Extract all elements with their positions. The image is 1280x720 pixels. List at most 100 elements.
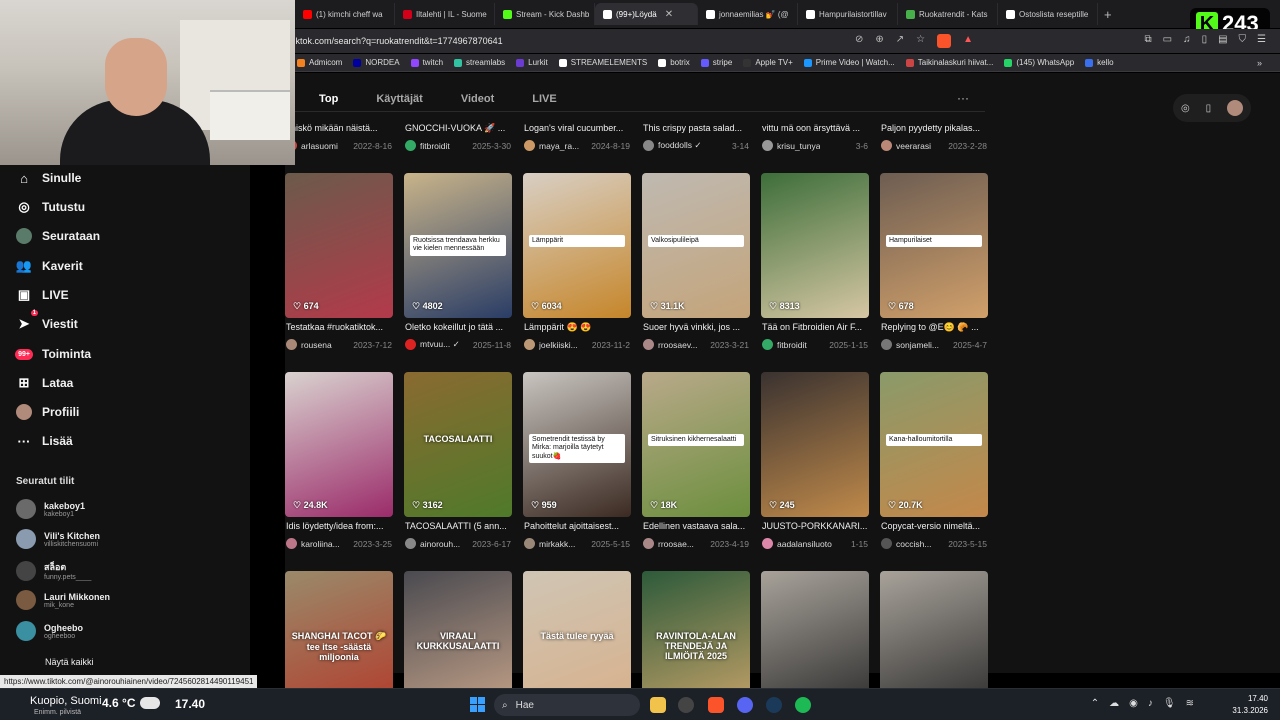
zoom-icon[interactable]: ⊕ xyxy=(875,34,883,48)
music-icon[interactable]: ♫ xyxy=(1183,34,1191,45)
video-caption[interactable]: TACOSALAATTI (5 ann... xyxy=(405,521,513,531)
author-name[interactable]: joelkiiski... xyxy=(539,340,578,350)
vpn-icon[interactable]: ⛉ xyxy=(1239,34,1247,45)
browser-tab[interactable]: Ruokatrendit - Kats xyxy=(898,3,998,25)
video-caption[interactable]: Paljon pyydetty pikalas... xyxy=(881,123,989,133)
wallet-icon[interactable]: ▤ xyxy=(1218,34,1227,45)
wifi-icon[interactable]: ≋ xyxy=(1186,698,1194,709)
search-tab-live[interactable]: LIVE xyxy=(532,93,556,105)
browser-tab[interactable]: (99+)Löydä ✕ xyxy=(595,3,698,25)
extensions-icon[interactable]: ⧉ xyxy=(1144,34,1151,45)
github-icon[interactable] xyxy=(678,697,694,713)
sidebar-item-sinulle[interactable]: ⌂ Sinulle xyxy=(16,170,81,186)
compass-icon[interactable]: ◎ xyxy=(1181,103,1190,114)
author-avatar[interactable] xyxy=(643,339,654,350)
show-all-link[interactable]: Näytä kaikki xyxy=(45,657,94,667)
video-thumbnail[interactable]: Hampurilaiset ♡ 678 xyxy=(880,173,988,318)
video-thumbnail[interactable]: ♡ 245 xyxy=(761,372,869,517)
volume-icon[interactable]: ♪ xyxy=(1148,698,1153,709)
author-name[interactable]: mtvuu... ✓ xyxy=(420,339,460,350)
brave-shield-icon[interactable] xyxy=(937,34,952,48)
author-name[interactable]: rousena xyxy=(301,340,332,350)
bookmarks-overflow-icon[interactable]: » xyxy=(1257,58,1262,68)
sidebar-item-lisää[interactable]: ··· Lisää xyxy=(16,433,73,449)
tab-close-icon[interactable]: ✕ xyxy=(665,9,673,20)
new-tab-button[interactable]: + xyxy=(1104,7,1112,22)
video-thumbnail[interactable]: Ruotsissa trendaava herkku vie kielen me… xyxy=(404,173,512,318)
share-icon[interactable]: ↗ xyxy=(896,34,904,48)
author-avatar[interactable] xyxy=(643,538,654,549)
author-name[interactable]: rroosae... xyxy=(658,539,694,549)
author-name[interactable]: karoliina... xyxy=(301,539,340,549)
network-icon[interactable]: ◉ xyxy=(1129,698,1138,709)
author-avatar[interactable] xyxy=(881,339,892,350)
url-field[interactable]: tiktok.com/search?q=ruokatrendit&t=17749… xyxy=(285,36,845,46)
author-name[interactable]: fitbroidit xyxy=(777,340,807,350)
video-caption[interactable]: Pahoittelut ajoittaisest... xyxy=(524,521,632,531)
video-thumbnail[interactable]: Kana-halloumitortilla ♡ 20.7K xyxy=(880,372,988,517)
search-tab-videot[interactable]: Videot xyxy=(461,93,494,105)
author-name[interactable]: mirkakk... xyxy=(539,539,575,549)
bookmark-item[interactable]: kello xyxy=(1085,58,1114,67)
bookmark-item[interactable]: Taikinalaskuri hiivat... xyxy=(905,58,993,67)
browser-tab[interactable]: Iltalehti | IL - Suome xyxy=(395,3,495,25)
mic-icon[interactable]: 🎙 xyxy=(1163,698,1176,709)
spotify-icon[interactable] xyxy=(795,697,811,713)
sidebar-item-live[interactable]: ▣ LIVE xyxy=(16,287,69,303)
phone-icon[interactable]: ▯ xyxy=(1206,103,1212,114)
video-thumbnail[interactable]: Lämppärit ♡ 6034 xyxy=(523,173,631,318)
browser-tab[interactable]: Stream - Kick Dashb xyxy=(495,3,595,25)
browser-tab[interactable]: (1) kimchi cheff wa xyxy=(295,3,395,25)
followed-account[interactable]: kakeboy1 kakeboy1 xyxy=(16,499,85,519)
bookmark-item[interactable]: Lurkit xyxy=(516,58,548,67)
taskbar-search[interactable]: ⌕ Hae xyxy=(494,694,640,716)
video-caption[interactable]: Testatkaa #ruokatiktok... xyxy=(286,322,394,332)
system-clock[interactable]: 17.40 31.3.2026 xyxy=(1232,693,1268,717)
video-thumbnail[interactable]: ♡ 674 xyxy=(285,173,393,318)
video-thumbnail[interactable]: Valkosipulileipä ♡ 31.1K xyxy=(642,173,750,318)
sidebar-item-viestit[interactable]: ➤ 1 Viestit xyxy=(16,310,78,332)
author-avatar[interactable] xyxy=(405,339,416,350)
video-thumbnail[interactable]: TACOSALAATTI ♡ 3162 xyxy=(404,372,512,517)
author-avatar[interactable] xyxy=(405,538,416,549)
author-name[interactable]: fitbroidit xyxy=(420,141,450,151)
author-avatar[interactable] xyxy=(881,140,892,151)
author-name[interactable]: maya_ra... xyxy=(539,141,579,151)
author-name[interactable]: arlasuomi xyxy=(301,141,338,151)
bookmark-item[interactable]: botrix xyxy=(658,58,690,67)
followed-account[interactable]: Lauri Mikkonen mik_kone xyxy=(16,590,110,610)
discord-icon[interactable] xyxy=(737,697,753,713)
brave-browser-icon[interactable] xyxy=(708,697,724,713)
sidebar-item-tutustu[interactable]: ◎ Tutustu xyxy=(16,199,85,215)
onedrive-icon[interactable]: ☁ xyxy=(1109,698,1119,709)
author-avatar[interactable] xyxy=(286,538,297,549)
menu-icon[interactable]: ☰ xyxy=(1257,34,1266,45)
video-caption[interactable]: vittu mä oon ärsyttävä ... xyxy=(762,123,870,133)
no-image-icon[interactable]: ⊘ xyxy=(855,34,863,48)
search-tab-käyttäjät[interactable]: Käyttäjät xyxy=(376,93,422,105)
video-caption[interactable]: Lämppärit 😍 😍 xyxy=(524,322,632,333)
video-caption[interactable]: Tää on Fitbroidien Air F... xyxy=(762,322,870,332)
windows-start-icon[interactable] xyxy=(470,697,485,712)
bookmark-item[interactable]: NORDEA xyxy=(353,58,400,67)
followed-account[interactable]: สล็อต funny.pets____ xyxy=(16,560,91,581)
author-name[interactable]: rroosaev... xyxy=(658,340,698,350)
author-avatar[interactable] xyxy=(524,538,535,549)
followed-account[interactable]: Ogheebo ogheeboo xyxy=(16,621,83,641)
author-avatar[interactable] xyxy=(524,140,535,151)
video-caption[interactable]: Idis löydetty/idea from:... xyxy=(286,521,394,531)
bookmark-item[interactable]: streamlabs xyxy=(454,58,505,67)
followed-account[interactable]: Vili's Kitchen villiskitchensuomi xyxy=(16,529,100,549)
sidebar-item-toiminta[interactable]: 99+ Toiminta xyxy=(15,346,91,362)
bookmark-item[interactable]: Prime Video | Watch... xyxy=(803,58,895,67)
author-name[interactable]: fooddolls ✓ xyxy=(658,140,702,151)
sidebar-toggle-icon[interactable]: ▯ xyxy=(1202,34,1208,45)
video-caption[interactable]: This crispy pasta salad... xyxy=(643,123,751,133)
author-name[interactable]: coccish... xyxy=(896,539,931,549)
author-avatar[interactable] xyxy=(524,339,535,350)
video-caption[interactable]: Copycat-versio nimeltä... xyxy=(881,521,989,531)
browser-tab[interactable]: jonnaemilias 💅 (@ xyxy=(698,3,798,25)
search-tab-top[interactable]: Top xyxy=(319,93,338,105)
bookmark-item[interactable]: twitch xyxy=(410,58,443,67)
browser-tab[interactable]: Ostoslista reseptille xyxy=(998,3,1098,25)
